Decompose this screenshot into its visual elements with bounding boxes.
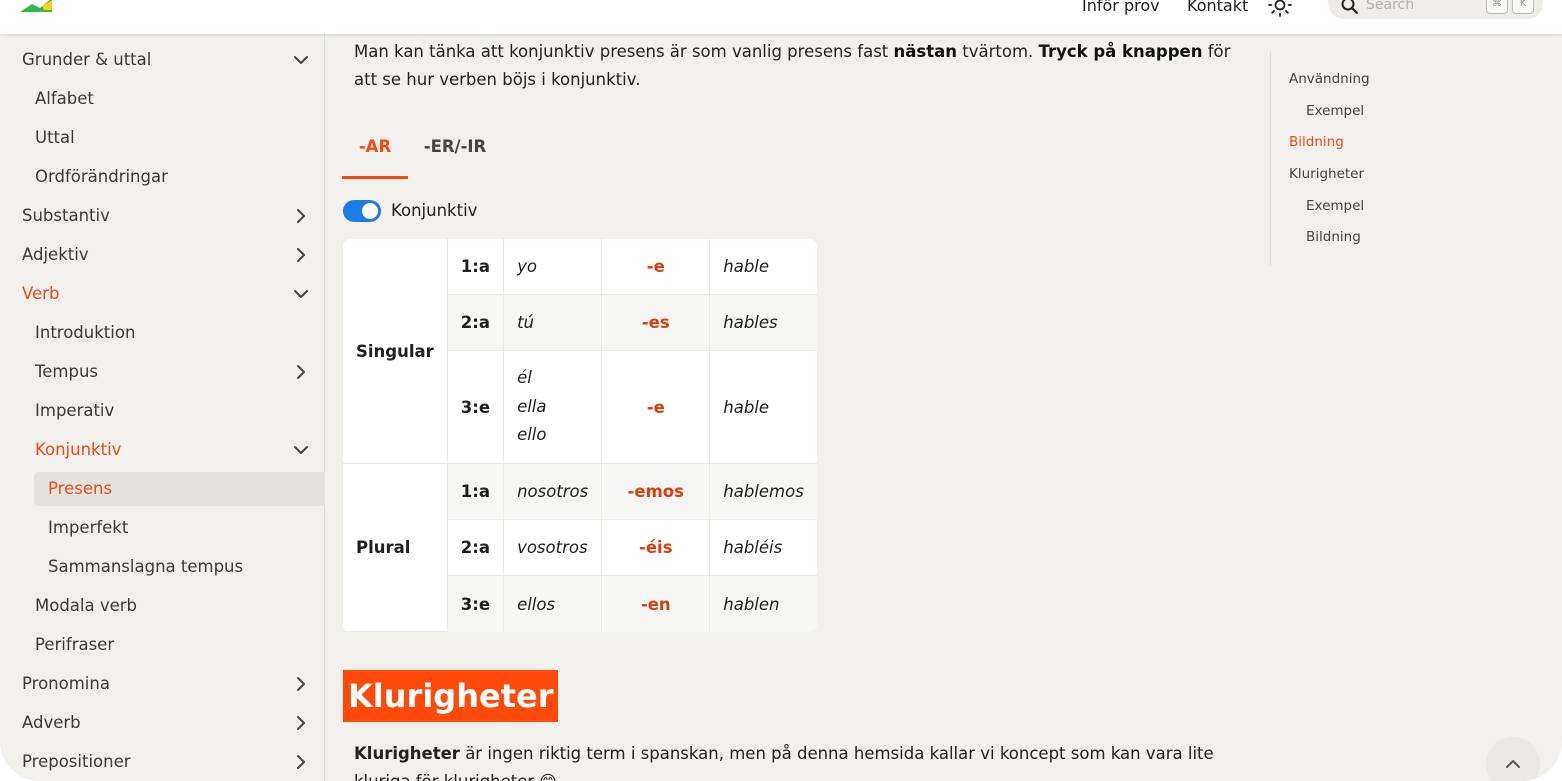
intro-bold-nastan: nästan	[893, 42, 957, 61]
scroll-to-top-button[interactable]	[1486, 737, 1540, 781]
tab-er-ir[interactable]: -ER/-IR	[420, 129, 490, 179]
pronoun-stack: él ella ello	[517, 364, 588, 450]
toc-item-exempel-2[interactable]: Exempel	[1306, 198, 1364, 214]
sidebar-item-adverb[interactable]: Adverb	[22, 706, 81, 740]
ending-cell: -en	[602, 576, 711, 632]
ending-cell: -e	[602, 239, 711, 295]
verb-cell: hablen	[710, 576, 817, 632]
pronoun-cell: él ella ello	[504, 351, 603, 464]
kbd-k-key: K	[1512, 0, 1534, 14]
table-row: Singular 1:a yo -e hable	[343, 239, 817, 464]
sidebar-item-grunder-uttal[interactable]: Grunder & uttal	[22, 43, 151, 77]
search-icon	[1341, 0, 1359, 15]
toc-item-klurigheter[interactable]: Klurigheter	[1289, 166, 1364, 182]
sidebar-item-presens[interactable]: Presens	[48, 472, 112, 506]
para-bold: Klurigheter	[354, 744, 460, 763]
group-singular: Singular	[343, 239, 448, 464]
para-text: är ingen riktig term i spanskan, men på …	[354, 744, 1214, 781]
sidebar-item-uttal[interactable]: Uttal	[35, 121, 75, 155]
verb-cell: hable	[710, 351, 817, 464]
sidebar-item-imperativ[interactable]: Imperativ	[35, 394, 114, 428]
verb-cell: hable	[710, 239, 817, 295]
sidebar-item-alfabet[interactable]: Alfabet	[35, 82, 94, 116]
chevron-down-icon[interactable]	[290, 439, 312, 461]
person-cell: 3:e	[447, 351, 505, 464]
top-navbar: Inför prov Kontakt ⌘ K	[0, 0, 1562, 34]
toggle-label: Konjunktiv	[391, 201, 478, 220]
verb-cell: habléis	[710, 520, 817, 576]
sidebar-item-perifraser[interactable]: Perifraser	[35, 628, 114, 662]
verb-cell: hablemos	[710, 464, 817, 520]
chevron-right-icon[interactable]	[290, 673, 312, 695]
ending-cell: -emos	[602, 464, 711, 520]
sidebar-item-konjunktiv[interactable]: Konjunktiv	[35, 433, 121, 467]
group-plural: Plural	[343, 464, 448, 632]
sidebar-nav: Grunder & uttal Alfabet Uttal Ordförändr…	[0, 34, 325, 781]
sidebar-item-sammanslagna-tempus[interactable]: Sammanslagna tempus	[48, 550, 243, 584]
tab-ar[interactable]: -AR	[342, 129, 408, 179]
ending-cell: -éis	[602, 520, 711, 576]
person-cell: 3:e	[447, 576, 505, 632]
section-heading-klurigheter: Klurigheter	[343, 670, 559, 722]
sidebar-item-introduktion[interactable]: Introduktion	[35, 316, 135, 350]
nav-link-kontakt[interactable]: Kontakt	[1187, 0, 1248, 15]
pronoun-cell: ellos	[504, 576, 603, 632]
sidebar-item-imperfekt[interactable]: Imperfekt	[48, 511, 128, 545]
pronoun-cell: vosotros	[504, 520, 603, 576]
sidebar-item-adjektiv[interactable]: Adjektiv	[22, 238, 89, 272]
person-cell: 1:a	[447, 239, 505, 295]
pronoun-cell: tú	[504, 295, 603, 351]
toc-item-bildning-2[interactable]: Bildning	[1306, 229, 1361, 245]
page-frame: Inför prov Kontakt ⌘ K Grunder & uttal	[0, 0, 1562, 781]
nav-link-infor-prov[interactable]: Inför prov	[1082, 0, 1160, 15]
intro-text: Man kan tänka att konjunktiv presens är …	[354, 42, 894, 61]
sidebar-item-tempus[interactable]: Tempus	[35, 355, 98, 389]
table-row: Plural 1:a nosotros -emos hablemos	[343, 464, 817, 632]
konjunktiv-toggle[interactable]	[343, 200, 381, 222]
chevron-down-icon[interactable]	[290, 283, 312, 305]
kbd-cmd-key: ⌘	[1486, 0, 1508, 14]
site-logo-icon[interactable]	[18, 0, 54, 16]
chevron-up-icon	[1506, 760, 1520, 768]
pronoun-cell: yo	[504, 239, 603, 295]
sidebar-item-prepositioner[interactable]: Prepositioner	[22, 745, 131, 779]
chevron-right-icon[interactable]	[290, 205, 312, 227]
pronoun: ello	[517, 425, 547, 445]
sidebar-item-modala-verb[interactable]: Modala verb	[35, 589, 137, 623]
pronoun: él	[517, 368, 532, 388]
chevron-down-icon[interactable]	[290, 49, 312, 71]
sidebar-item-pronomina[interactable]: Pronomina	[22, 667, 110, 701]
table-of-contents: Användning Exempel Bildning Klurigheter …	[1270, 52, 1520, 266]
konjunktiv-toggle-row: Konjunktiv	[343, 199, 643, 225]
verb-type-tabs: -AR -ER/-IR	[342, 129, 782, 181]
pronoun: ella	[517, 396, 547, 416]
search-input[interactable]	[1366, 0, 1476, 14]
intro-text: tvärtom.	[957, 42, 1039, 61]
pronoun-cell: nosotros	[504, 464, 603, 520]
conjugation-table: Singular 1:a yo -e hable 2:a tú -es habl…	[343, 239, 817, 632]
person-cell: 2:a	[447, 295, 505, 351]
toc-item-exempel[interactable]: Exempel	[1306, 103, 1364, 119]
ending-cell: -e	[602, 351, 711, 464]
ending-cell: -es	[602, 295, 711, 351]
sidebar-item-substantiv[interactable]: Substantiv	[22, 199, 110, 233]
toc-item-bildning[interactable]: Bildning	[1289, 134, 1344, 150]
chevron-right-icon[interactable]	[290, 712, 312, 734]
intro-bold-tryck: Tryck på knappen	[1038, 42, 1203, 61]
main-content: Man kan tänka att konjunktiv presens är …	[325, 34, 1270, 781]
sidebar-item-ordforandringar[interactable]: Ordförändringar	[35, 160, 168, 194]
chevron-right-icon[interactable]	[290, 361, 312, 383]
chevron-right-icon[interactable]	[290, 244, 312, 266]
person-cell: 2:a	[447, 520, 505, 576]
sidebar-item-verb[interactable]: Verb	[22, 277, 59, 311]
search-box[interactable]: ⌘ K	[1328, 0, 1543, 19]
verb-cell: hables	[710, 295, 817, 351]
toc-item-anvandning[interactable]: Användning	[1289, 71, 1370, 87]
person-cell: 1:a	[447, 464, 505, 520]
klurigheter-paragraph: Klurigheter är ingen riktig term i spans…	[354, 740, 1254, 781]
theme-toggle-sun-icon[interactable]	[1267, 0, 1293, 18]
chevron-right-icon[interactable]	[290, 751, 312, 773]
toggle-knob	[362, 203, 378, 219]
intro-paragraph: Man kan tänka att konjunktiv presens är …	[354, 38, 1254, 94]
